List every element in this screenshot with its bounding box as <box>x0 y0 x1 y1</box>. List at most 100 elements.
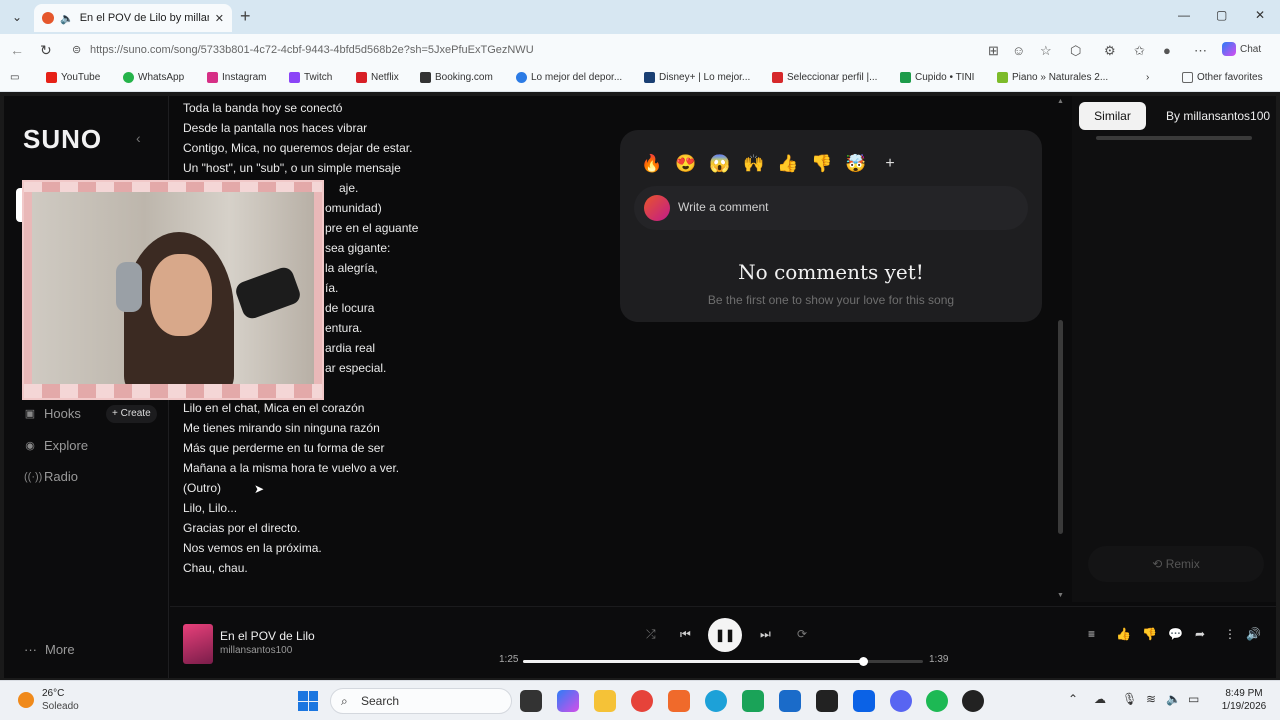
site-info-icon[interactable]: ⊜ <box>72 38 81 62</box>
favorites-icon[interactable]: ✩ <box>1134 43 1145 59</box>
tabs-scrollbar[interactable] <box>1096 136 1252 140</box>
create-hook-button[interactable]: + Create <box>106 405 157 423</box>
spotify-icon[interactable] <box>926 690 948 712</box>
battery-icon[interactable]: ▭ <box>1188 692 1199 706</box>
app-icon[interactable] <box>742 690 764 712</box>
song-cover[interactable] <box>183 624 213 664</box>
bookmark-twitch[interactable]: Twitch <box>289 72 332 83</box>
shuffle-icon[interactable]: ⤮ <box>646 627 656 642</box>
repeat-icon[interactable]: ⟳ <box>797 627 807 641</box>
bookmark-booking[interactable]: Booking.com <box>420 72 493 83</box>
main-scrollbar[interactable] <box>1058 320 1063 534</box>
bookmark-disney[interactable]: Disney+ | Lo mejor... <box>644 72 750 83</box>
like-icon[interactable]: 👍 <box>1116 627 1131 641</box>
weather-condition[interactable]: Soleado <box>42 701 79 712</box>
bookmark-youtube[interactable]: YouTube <box>46 72 100 83</box>
previous-icon[interactable]: ⏮ <box>680 627 691 642</box>
clock-time[interactable]: 8:49 PM <box>1214 688 1274 699</box>
sidebar-more[interactable]: ··· More <box>24 642 75 657</box>
sidebar-item-hooks[interactable]: ▣ Hooks <box>24 406 81 421</box>
sidebar-item-radio[interactable]: ((·)) Radio <box>24 469 78 484</box>
sidebar-item-explore[interactable]: ◉ Explore <box>24 438 88 453</box>
heart-eyes-reaction-icon[interactable]: 😍 <box>674 152 698 176</box>
volume-tray-icon[interactable]: 🔈 <box>1166 692 1181 706</box>
edge-icon[interactable] <box>705 690 727 712</box>
windows-start-icon[interactable] <box>298 691 318 711</box>
weather-temp[interactable]: 26°C <box>42 688 64 699</box>
progress-bar[interactable] <box>523 657 923 666</box>
speaker-icon[interactable]: 🔈 <box>60 12 74 25</box>
thumbs-down-reaction-icon[interactable]: 👎 <box>810 152 834 176</box>
tab-similar[interactable]: Similar <box>1079 102 1146 130</box>
fire-reaction-icon[interactable]: 🔥 <box>640 152 664 176</box>
chrome-icon[interactable] <box>631 690 653 712</box>
add-reaction-icon[interactable]: + <box>878 152 902 176</box>
next-icon[interactable]: ⏭ <box>760 627 771 642</box>
bookmark-whatsapp[interactable]: WhatsApp <box>123 72 184 83</box>
weather-sun-icon[interactable] <box>18 692 34 708</box>
collapse-sidebar-icon[interactable]: ‹ <box>136 130 141 146</box>
reload-icon[interactable]: ↻ <box>40 42 52 59</box>
tab-actions-menu[interactable]: ⌄ <box>6 7 28 27</box>
clock-date[interactable]: 1/19/2026 <box>1214 701 1274 712</box>
dropbox-icon[interactable] <box>853 690 875 712</box>
comment-icon[interactable]: 💬 <box>1168 627 1183 641</box>
minimize-button[interactable]: — <box>1178 8 1190 22</box>
maximize-button[interactable]: ▢ <box>1216 8 1227 22</box>
wifi-icon[interactable]: ≋ <box>1146 692 1156 706</box>
extensions-icon[interactable]: ⬡ <box>1070 43 1081 59</box>
comment-input[interactable]: Write a comment <box>634 186 1028 230</box>
tab-by-artist[interactable]: By millansantos100 <box>1166 102 1270 130</box>
store-icon[interactable] <box>779 690 801 712</box>
browser-tab[interactable]: 🔈 En el POV de Lilo by millansan ✕ <box>34 4 232 32</box>
mind-blown-reaction-icon[interactable]: 🤯 <box>844 152 868 176</box>
bookmark-instagram[interactable]: Instagram <box>207 72 266 83</box>
bookmark-netflix[interactable]: Netflix <box>356 72 399 83</box>
discord-icon[interactable] <box>890 690 912 712</box>
more-menu-icon[interactable]: ⋯ <box>1194 43 1207 59</box>
performance-icon[interactable]: ⚙ <box>1104 43 1116 59</box>
scroll-down-arrow-icon[interactable]: ▼ <box>1057 592 1064 599</box>
queue-icon[interactable]: ≡ <box>1088 627 1095 641</box>
bookmark-sports[interactable]: Lo mejor del depor... <box>516 72 622 83</box>
copilot-chat-button[interactable]: Chat <box>1222 42 1261 56</box>
brave-icon[interactable] <box>668 690 690 712</box>
suno-logo[interactable]: SUNO <box>23 124 102 155</box>
raised-hands-reaction-icon[interactable]: 🙌 <box>742 152 766 176</box>
bookmarks-toggle-icon[interactable]: ▭ <box>10 72 19 83</box>
share-icon[interactable]: ➦ <box>1195 627 1205 641</box>
song-title[interactable]: En el POV de Lilo <box>220 629 315 643</box>
remix-button[interactable]: ⟲ Remix <box>1088 546 1264 582</box>
read-aloud-icon[interactable]: ☺ <box>1012 43 1025 58</box>
pause-button[interactable]: ❚❚ <box>708 618 742 652</box>
task-view-icon[interactable] <box>520 690 542 712</box>
more-options-icon[interactable]: ⋮ <box>1224 627 1236 641</box>
close-tab-icon[interactable]: ✕ <box>215 12 224 25</box>
thumbs-up-reaction-icon[interactable]: 👍 <box>776 152 800 176</box>
bookmark-cupido[interactable]: Cupido • TINI <box>900 72 974 83</box>
scroll-up-arrow-icon[interactable]: ▲ <box>1057 98 1064 105</box>
bookmark-other-favorites[interactable]: Other favorites <box>1182 72 1263 83</box>
bookmarks-overflow-icon[interactable]: › <box>1146 72 1149 83</box>
apps-icon[interactable]: ⊞ <box>988 43 999 59</box>
close-window-button[interactable]: ✕ <box>1255 8 1265 22</box>
microphone-icon[interactable]: 🎙 <box>1122 692 1137 706</box>
new-tab-button[interactable]: + <box>240 6 251 27</box>
app-icon-2[interactable] <box>962 690 984 712</box>
bookmark-piano[interactable]: Piano » Naturales 2... <box>997 72 1108 83</box>
bookmark-profile[interactable]: Seleccionar perfil |... <box>772 72 877 83</box>
volume-icon[interactable]: 🔊 <box>1246 627 1261 641</box>
amazon-icon[interactable] <box>816 690 838 712</box>
taskbar-search[interactable]: ⌕ Search <box>330 688 512 714</box>
copilot-app-icon[interactable] <box>557 690 579 712</box>
file-explorer-icon[interactable] <box>594 690 616 712</box>
profile-icon[interactable]: ● <box>1163 43 1171 58</box>
progress-handle[interactable] <box>859 657 868 666</box>
back-icon[interactable]: ← <box>10 42 24 58</box>
dislike-icon[interactable]: 👎 <box>1142 627 1157 641</box>
shocked-reaction-icon[interactable]: 😱 <box>708 152 732 176</box>
tray-expand-icon[interactable]: ⌃ <box>1068 692 1078 706</box>
song-artist[interactable]: millansantos100 <box>220 645 292 656</box>
url-field[interactable]: ⊜ https://suno.com/song/5733b801-4c72-4c… <box>66 38 1206 62</box>
favorite-star-icon[interactable]: ☆ <box>1040 43 1052 59</box>
